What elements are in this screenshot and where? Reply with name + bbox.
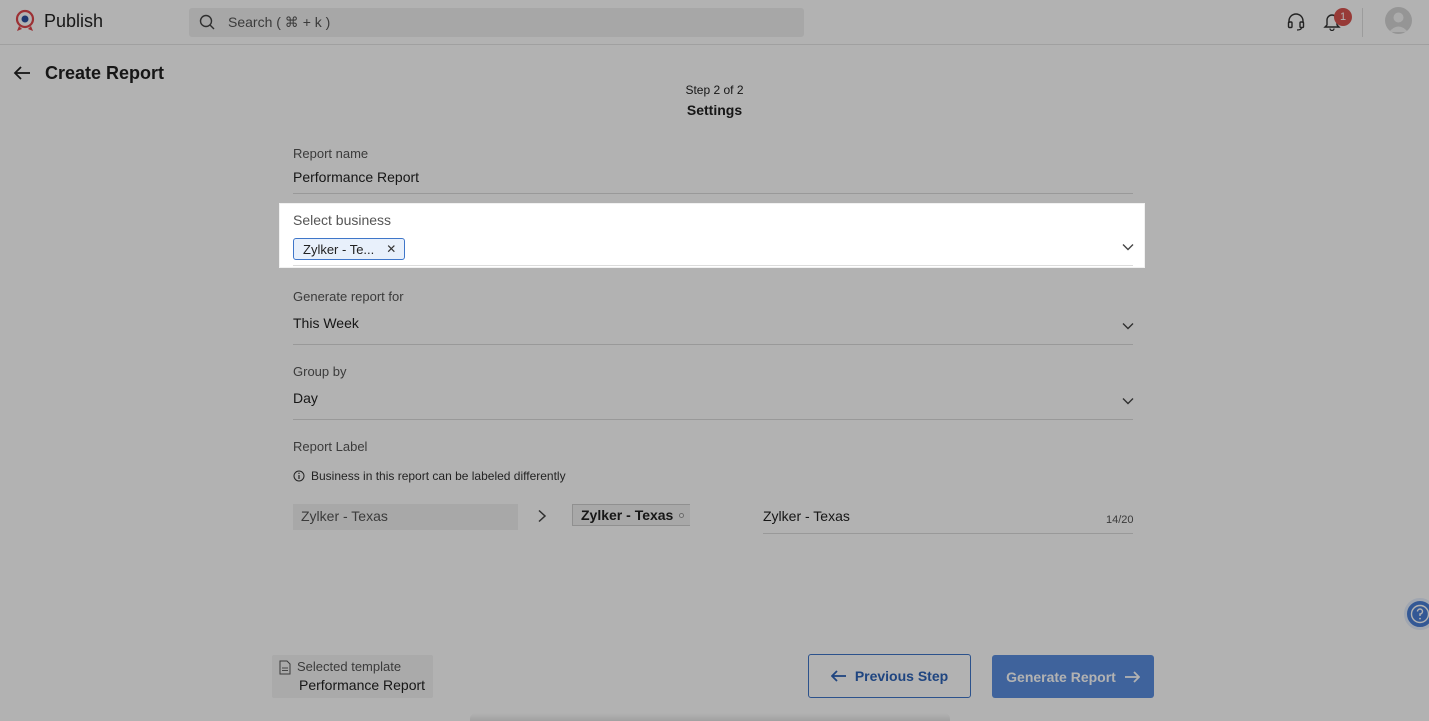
business-source-name: Zylker - Texas (293, 504, 518, 530)
search-bar[interactable]: Search ( ⌘ + k ) (189, 8, 804, 37)
template-name: Performance Report (299, 677, 426, 693)
select-business-underline (293, 265, 1133, 266)
generate-for-label: Generate report for (293, 289, 404, 304)
selected-template: Selected template Performance Report (272, 655, 433, 698)
report-name-label: Report name (293, 146, 369, 161)
char-counter: 14/20 (1106, 514, 1134, 526)
help-button[interactable] (1404, 598, 1429, 630)
generate-report-label: Generate Report (1006, 668, 1116, 685)
top-bar: Publish Search ( ⌘ + k ) 1 (0, 0, 1429, 45)
tag-icon: Zylker - Texas (572, 504, 691, 526)
document-icon (279, 660, 291, 675)
search-placeholder: Search ( ⌘ + k ) (228, 14, 331, 30)
user-avatar-icon (1389, 12, 1408, 32)
template-caption: Selected template (297, 659, 402, 674)
select-business-label: Select business (293, 212, 392, 228)
previous-step-label: Previous Step (854, 668, 949, 684)
report-label-info-text: Business in this report can be labeled d… (311, 469, 566, 483)
close-icon[interactable]: ✕ (386, 242, 396, 256)
app-name: Publish (44, 10, 104, 31)
report-label-underline (763, 533, 1133, 534)
chevron-down-icon[interactable] (1122, 243, 1134, 251)
business-chip[interactable]: Zylker - Te... ✕ (293, 238, 406, 260)
group-by-underline (293, 419, 1133, 420)
tag-hole (679, 512, 685, 518)
select-business-field[interactable]: Select business Zylker - Te... ✕ (280, 204, 1144, 267)
chevron-down-icon[interactable] (1122, 322, 1134, 330)
support-headset-icon[interactable] (1287, 12, 1305, 31)
business-chip-label: Zylker - Te... (303, 241, 375, 257)
page-title: Create Report (45, 63, 165, 83)
step-title: Settings (686, 102, 743, 118)
search-icon (199, 14, 215, 30)
arrow-left-icon (830, 670, 846, 682)
generate-report-button[interactable]: Generate Report (992, 655, 1154, 698)
report-name-underline (293, 193, 1133, 194)
back-arrow-icon[interactable] (13, 65, 31, 81)
report-name-input[interactable]: Performance Report (293, 169, 419, 185)
brand[interactable]: Publish (14, 9, 103, 33)
chevron-right-icon (538, 509, 547, 523)
arrow-right-icon (1124, 670, 1140, 683)
group-by-select[interactable]: Day (293, 390, 318, 406)
question-icon (1410, 604, 1429, 624)
publish-logo-icon (15, 9, 35, 31)
generate-for-select[interactable]: This Week (293, 315, 359, 331)
report-label-label: Report Label (293, 439, 368, 454)
page: Publish Search ( ⌘ + k ) 1 Create Report… (0, 0, 1429, 721)
previous-step-button[interactable]: Previous Step (808, 654, 971, 698)
notification-badge: 1 (1334, 8, 1352, 26)
info-icon (293, 470, 305, 482)
group-by-label: Group by (293, 364, 347, 379)
bottom-panel-edge (470, 713, 950, 721)
step-indicator: Step 2 of 2 (685, 83, 744, 97)
report-label-input[interactable]: Zylker - Texas (763, 508, 850, 524)
generate-for-underline (293, 344, 1133, 345)
report-label-info: Business in this report can be labeled d… (293, 469, 566, 483)
label-tag-preview: Zylker - Texas (572, 504, 691, 526)
topbar-divider (1362, 8, 1363, 37)
tag-preview-text: Zylker - Texas (581, 507, 674, 523)
avatar[interactable] (1385, 7, 1412, 34)
chevron-down-icon[interactable] (1122, 397, 1134, 405)
